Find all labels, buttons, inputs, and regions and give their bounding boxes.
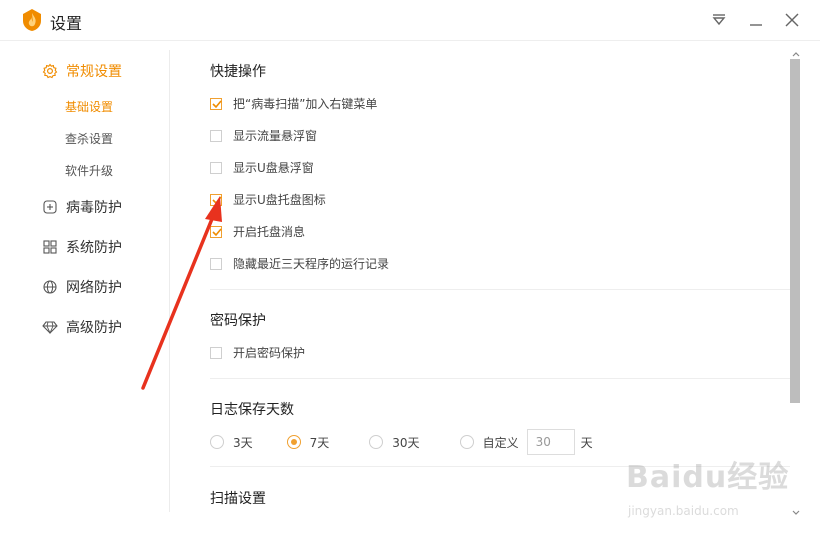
annotation-arrow-icon	[141, 196, 222, 390]
